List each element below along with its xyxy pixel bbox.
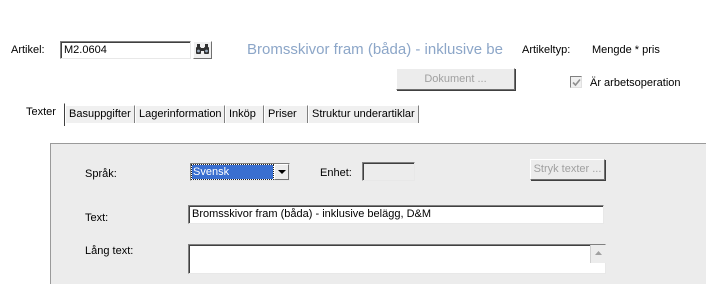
tab-texter[interactable]: Texter — [22, 103, 65, 126]
search-artikel-button[interactable] — [193, 41, 212, 59]
checkmark-icon — [572, 78, 581, 87]
chevron-down-icon — [278, 170, 286, 174]
tab-lagerinformation[interactable]: Lagerinformation — [135, 105, 225, 124]
tab-label: Basuppgifter — [69, 108, 131, 120]
artikeltyp-label: Artikeltyp: — [522, 44, 571, 56]
tab-struktur-underartiklar[interactable]: Struktur underartiklar — [308, 105, 419, 124]
tab-label: Struktur underartiklar — [312, 108, 415, 120]
article-title: Bromsskivor fram (båda) - inklusive be — [247, 41, 503, 58]
sprak-label: Språk: — [85, 168, 117, 180]
scroll-up-icon — [595, 251, 602, 255]
artikeltyp-value: Mengde * pris — [592, 44, 660, 56]
tab-inkop[interactable]: Inköp — [225, 105, 264, 124]
lang-text-scrollbar[interactable] — [590, 245, 606, 263]
text-input[interactable]: Bromsskivor fram (båda) - inklusive belä… — [188, 205, 604, 224]
enhet-label: Enhet: — [320, 167, 352, 179]
tab-basuppgifter[interactable]: Basuppgifter — [65, 105, 135, 124]
binoculars-icon — [195, 42, 210, 60]
tab-priser[interactable]: Priser — [264, 105, 308, 124]
dropdown-button[interactable] — [274, 164, 289, 180]
stryk-texter-button[interactable]: Stryk texter ... — [530, 159, 605, 180]
sprak-select[interactable]: Svensk — [190, 163, 290, 181]
arbetsoperation-label: Är arbetsoperation — [590, 77, 681, 89]
artikel-label: Artikel: — [11, 44, 45, 56]
tab-label: Texter — [26, 106, 56, 118]
tab-label: Lagerinformation — [139, 108, 222, 120]
arbetsoperation-checkbox[interactable] — [570, 76, 582, 88]
lang-text-area[interactable] — [188, 244, 606, 274]
tab-label: Priser — [268, 108, 297, 120]
enhet-input[interactable] — [362, 162, 415, 181]
text-label: Text: — [85, 212, 109, 224]
dokument-button[interactable]: Dokument ... — [396, 68, 515, 90]
artikel-input[interactable]: M2.0604 — [60, 41, 191, 59]
lang-text-label: Lång text: — [85, 245, 134, 257]
sprak-selected-value: Svensk — [191, 164, 274, 180]
tab-label: Inköp — [229, 108, 256, 120]
